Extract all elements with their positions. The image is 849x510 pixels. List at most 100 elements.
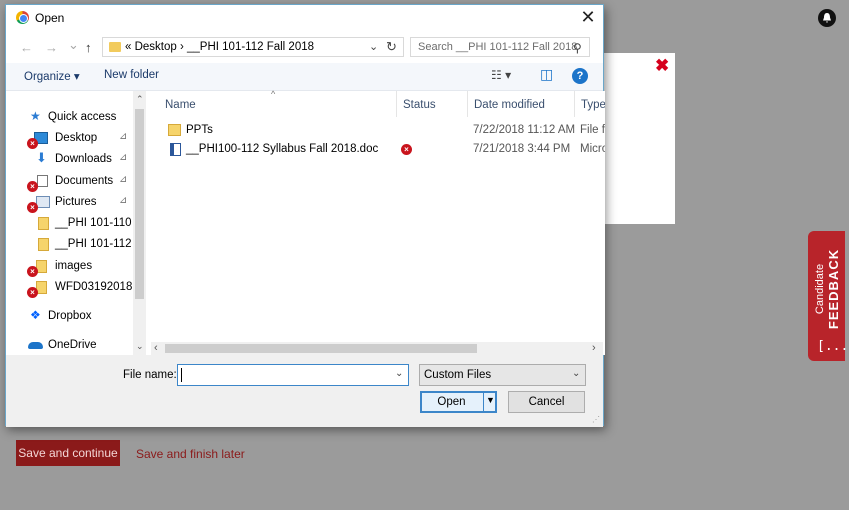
nav-item-onedrive[interactable]: OneDrive — [6, 336, 134, 356]
scroll-thumb[interactable] — [135, 109, 144, 299]
save-and-continue-button[interactable]: Save and continue — [16, 440, 120, 466]
word-doc-icon — [170, 143, 181, 156]
file-type-select[interactable]: Custom Files ⌄ — [419, 364, 586, 386]
nav-item-phi-101-110[interactable]: __PHI 101-110 F — [6, 214, 134, 234]
open-file-dialog: Open ✕ ← → ⌄ ↑ « Desktop › __PHI 101-112… — [5, 4, 605, 427]
back-arrow-icon[interactable]: ← — [20, 40, 33, 55]
nav-item-documents[interactable]: × Documents ⊿ — [6, 172, 134, 192]
file-list-scrollbar[interactable]: ‹ › — [151, 342, 603, 355]
document-icon — [37, 175, 48, 187]
search-placeholder: Search __PHI 101-112 Fall 2018 — [418, 41, 578, 53]
column-header-status[interactable]: Status — [397, 91, 468, 117]
text-cursor — [181, 368, 182, 382]
open-button[interactable]: Open ▼ — [420, 391, 497, 413]
file-name-input[interactable]: ⌄ — [177, 364, 409, 386]
nav-label: Pictures — [55, 196, 97, 208]
chevron-down-icon[interactable]: ⌄ — [395, 368, 403, 379]
title-bar: Open ✕ — [6, 5, 603, 33]
folder-icon — [38, 217, 49, 230]
nav-label: images — [55, 260, 93, 272]
column-header-name[interactable]: Name — [159, 91, 397, 117]
search-icon[interactable]: ⚲ — [573, 41, 582, 55]
cancel-button[interactable]: Cancel — [508, 391, 585, 413]
close-icon[interactable]: ✖ — [655, 56, 669, 76]
preview-pane-icon[interactable]: ◫ — [540, 66, 553, 83]
column-header-date-modified[interactable]: Date modified — [468, 91, 575, 117]
file-type-value: Custom Files — [424, 369, 492, 381]
file-name-label: File name: — [123, 369, 177, 381]
organize-menu[interactable]: Organize ▾ — [24, 69, 80, 83]
pin-icon: ⊿ — [119, 174, 128, 185]
chevron-down-icon[interactable]: ⌄ — [369, 40, 378, 53]
file-date-modified: 7/21/2018 3:44 PM — [473, 143, 571, 155]
recent-locations-icon[interactable]: ⌄ — [68, 37, 79, 53]
scroll-right-icon[interactable]: › — [592, 342, 596, 354]
up-arrow-icon[interactable]: ↑ — [85, 40, 92, 55]
bell-icon[interactable] — [818, 9, 836, 27]
nav-item-pictures[interactable]: × Pictures ⊿ — [6, 193, 134, 213]
nav-item-images[interactable]: × images — [6, 257, 134, 277]
error-badge-icon: × — [27, 287, 38, 298]
picture-icon — [36, 196, 50, 208]
scroll-up-icon[interactable]: ⌃ — [136, 94, 144, 105]
nav-item-wfd03192018[interactable]: × WFD03192018 — [6, 278, 134, 298]
cloud-icon — [28, 342, 43, 349]
nav-label: Quick access — [48, 111, 117, 123]
scroll-thumb[interactable] — [165, 344, 477, 353]
nav-item-desktop[interactable]: × Desktop ⊿ — [6, 129, 134, 149]
dialog-title: Open — [35, 11, 65, 25]
new-folder-button[interactable]: New folder — [104, 69, 159, 81]
error-badge-icon: × — [27, 202, 38, 213]
help-icon[interactable]: ? — [572, 68, 588, 84]
column-header-type[interactable]: Type — [575, 91, 605, 117]
close-button[interactable]: ✕ — [577, 7, 599, 28]
cancel-button-label: Cancel — [528, 396, 565, 408]
nav-label: Dropbox — [48, 310, 92, 322]
nav-label: OneDrive — [48, 339, 97, 351]
search-input[interactable]: Search __PHI 101-112 Fall 2018 ⚲ — [410, 37, 590, 57]
address-path[interactable]: « Desktop › __PHI 101-112 Fall 2018 — [125, 41, 314, 53]
folder-icon — [109, 42, 121, 52]
error-badge-icon: × — [27, 266, 38, 277]
file-row[interactable]: PPTs 7/22/2018 11:12 AM File fo — [150, 121, 605, 140]
pin-icon: ⊿ — [119, 131, 128, 142]
feedback-label: Candidate FEEDBACK — [814, 229, 841, 349]
folder-icon — [38, 238, 49, 251]
refresh-icon[interactable]: ↻ — [386, 39, 397, 55]
scroll-left-icon[interactable]: ‹ — [154, 342, 158, 354]
error-badge-icon: × — [27, 138, 38, 149]
open-options-arrow-icon[interactable]: ▼ — [486, 395, 495, 405]
feedback-large-label: FEEDBACK — [826, 248, 841, 330]
file-type: File fo — [580, 124, 605, 136]
candidate-feedback-tab[interactable]: Candidate FEEDBACK [...] — [808, 229, 849, 361]
nav-label: WFD03192018 — [55, 281, 133, 293]
dialog-footer: File name: ⌄ Custom Files ⌄ Open ▼ Cance… — [6, 355, 603, 427]
feedback-bracket-icon: [...] — [817, 339, 849, 354]
nav-label: Desktop — [55, 132, 98, 144]
nav-item-phi-101-112[interactable]: __PHI 101-112 F — [6, 235, 134, 255]
chrome-icon — [16, 11, 29, 24]
toolbar: Organize ▾ New folder ☷ ▾ ◫ ? — [6, 63, 603, 91]
file-list-pane: ^ Name Status Date modified Type PPTs 7/… — [150, 89, 605, 355]
save-and-finish-later-link[interactable]: Save and finish later — [136, 447, 245, 461]
address-bar[interactable]: « Desktop › __PHI 101-112 Fall 2018 ⌄ ↻ — [102, 37, 404, 57]
split-divider — [483, 393, 484, 411]
chevron-down-icon[interactable]: ⌄ — [572, 368, 580, 379]
file-type: Micro — [580, 143, 605, 155]
nav-item-quick-access[interactable]: ★ Quick access — [6, 108, 134, 128]
nav-item-dropbox[interactable]: ❖ Dropbox — [6, 307, 134, 327]
star-icon: ★ — [30, 109, 41, 123]
file-name: __PHI100-112 Syllabus Fall 2018.doc — [186, 143, 379, 155]
nav-pane-scrollbar[interactable]: ⌃ ⌄ — [133, 91, 146, 355]
scroll-down-icon[interactable]: ⌄ — [136, 341, 144, 352]
file-row[interactable]: __PHI100-112 Syllabus Fall 2018.doc × 7/… — [150, 140, 605, 159]
dropbox-icon: ❖ — [30, 308, 41, 322]
folder-icon — [168, 124, 181, 136]
resize-grip-icon[interactable]: ⋰ — [592, 415, 600, 424]
change-view-icon[interactable]: ☷ ▾ — [491, 68, 511, 82]
bell-glyph — [823, 13, 831, 23]
nav-label: Downloads — [55, 153, 112, 165]
error-badge-icon: × — [27, 181, 38, 192]
forward-arrow-icon[interactable]: → — [45, 40, 58, 55]
nav-item-downloads[interactable]: ⬇ Downloads ⊿ — [6, 150, 134, 170]
